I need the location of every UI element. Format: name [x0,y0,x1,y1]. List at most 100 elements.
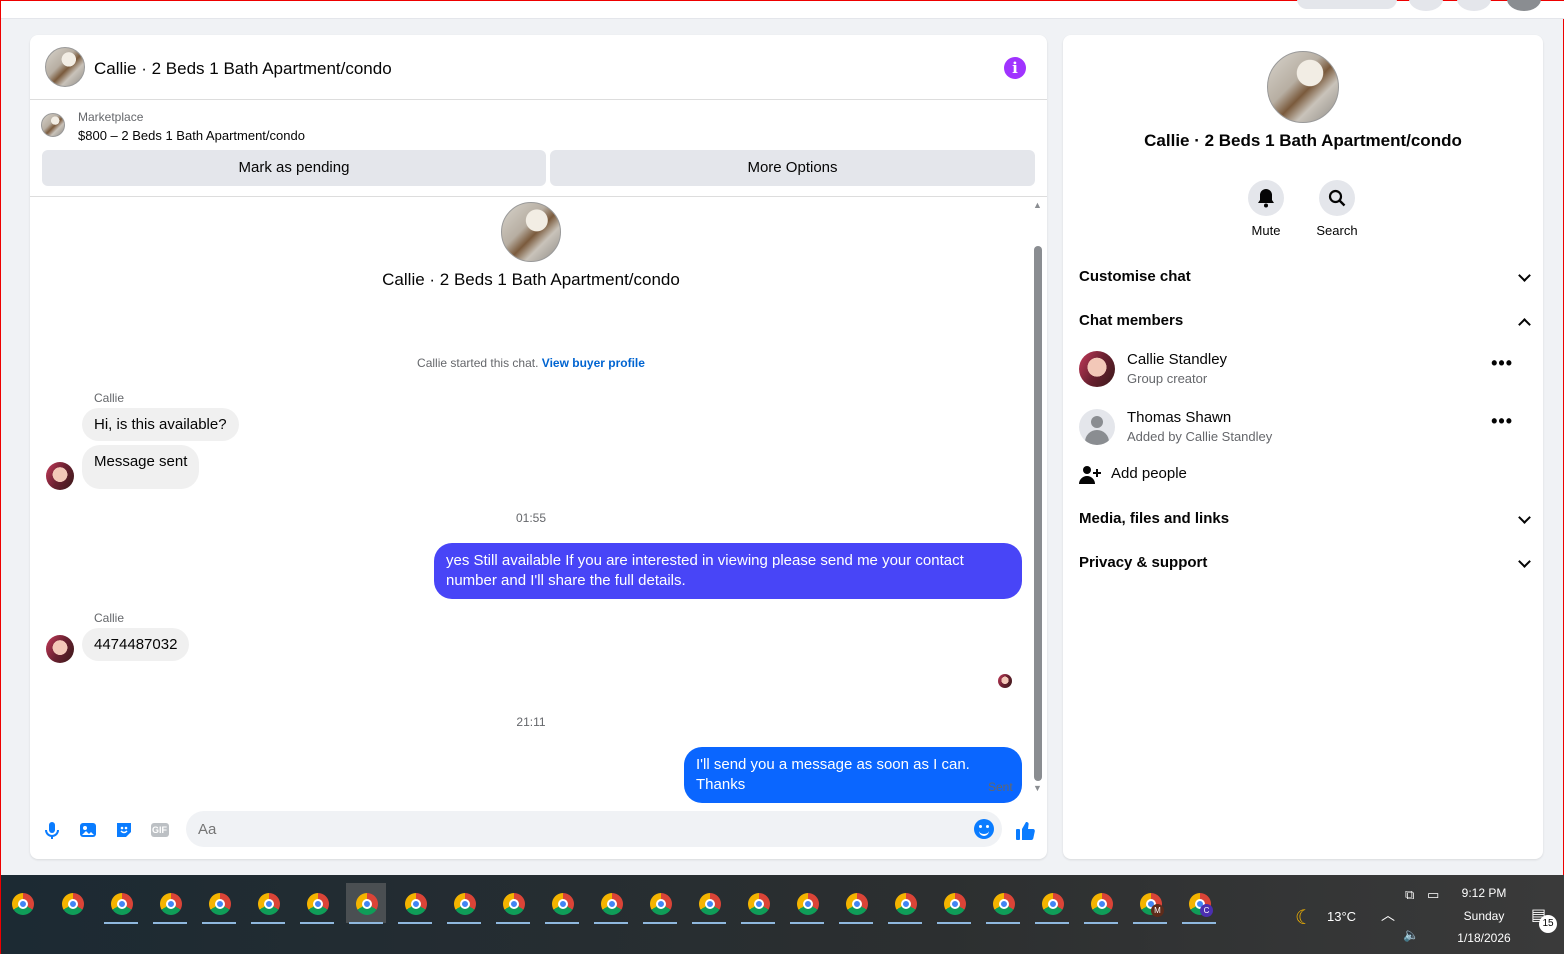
side-title: Callie · 2 Beds 1 Bath Apartment/condo [1144,131,1462,150]
clock-date[interactable]: 1/18/2026 [1441,931,1527,945]
top-icon-button[interactable] [1409,0,1443,11]
member-row[interactable]: Callie Standley Group creator ••• [1079,351,1529,391]
browser-top-bar [1,0,1564,19]
chrome-icon [356,893,378,915]
taskbar-chrome-icon[interactable] [738,883,778,924]
media-files-links-section[interactable]: Media, files and links [1079,510,1531,527]
listing-avatar[interactable] [45,47,85,87]
message-thread: Callie · 2 Beds 1 Bath Apartment/condo C… [30,198,1047,806]
taskbar-chrome-icon[interactable] [2,883,42,923]
running-indicator [251,922,285,924]
chat-title[interactable]: Callie · 2 Beds 1 Bath Apartment/condo [94,59,392,79]
search-button[interactable]: Search [1307,180,1367,238]
taskbar-chrome-icon[interactable] [248,883,288,924]
taskbar-chrome-icon[interactable] [983,883,1023,924]
taskbar-chrome-icon[interactable] [395,883,435,924]
taskbar-chrome-icon[interactable]: M [1130,883,1170,924]
network-icon[interactable]: ▭ [1427,887,1439,903]
taskbar-chrome-icon[interactable] [52,883,92,923]
message-input[interactable] [186,811,1002,847]
running-indicator [349,922,383,924]
message-bubble-incoming[interactable]: Hi, is this available? [82,408,239,441]
taskbar-chrome-icon[interactable] [444,883,484,924]
taskbar-chrome-icon[interactable] [297,883,337,924]
chrome-icon [62,893,84,915]
sender-avatar[interactable] [46,462,74,490]
read-receipt-avatar [998,674,1012,688]
volume-icon[interactable]: 🔈 [1403,927,1419,943]
taskbar-chrome-icon[interactable] [689,883,729,924]
info-icon[interactable]: i [1004,57,1026,79]
member-name[interactable]: Thomas Shawn [1127,409,1231,426]
profile-badge: C [1200,904,1213,917]
thread-scrollbar[interactable]: ▲ ▼ [1031,198,1045,806]
member-avatar-placeholder[interactable] [1079,409,1115,445]
thread-avatar [501,202,561,262]
taskbar-chrome-icon[interactable] [1032,883,1072,924]
taskbar-chrome-icon[interactable] [885,883,925,924]
taskbar-chrome-icon[interactable] [787,883,827,924]
taskbar-chrome-icon[interactable] [1081,883,1121,924]
photo-icon[interactable] [78,820,98,840]
running-indicator [398,922,432,924]
like-thumbs-up-icon[interactable] [1014,820,1035,840]
more-options-icon[interactable]: ••• [1491,353,1513,374]
microphone-icon[interactable] [42,820,62,840]
top-icon-button[interactable] [1457,0,1491,11]
taskbar-chrome-icon[interactable]: C [1179,883,1219,924]
running-indicator [447,922,481,924]
scrollbar-thumb[interactable] [1034,246,1042,781]
chrome-icon [1091,893,1113,915]
customise-chat-section[interactable]: Customise chat [1079,268,1531,285]
chrome-icon [503,893,525,915]
taskbar-chrome-icon[interactable] [591,883,631,924]
chat-members-section[interactable]: Chat members [1079,312,1531,331]
sticker-icon[interactable] [114,820,134,840]
message-bubble-incoming[interactable]: 4474487032 [82,628,190,661]
clock-time[interactable]: 9:12 PM [1441,886,1527,900]
more-options-icon[interactable]: ••• [1491,411,1513,432]
taskbar-chrome-icon[interactable] [934,883,974,924]
member-row[interactable]: Thomas Shawn Added by Callie Standley ••… [1079,409,1529,449]
member-name[interactable]: Callie Standley [1127,351,1227,368]
chat-header: Callie · 2 Beds 1 Bath Apartment/condo i [30,35,1047,100]
taskbar-chrome-icon[interactable] [346,883,386,924]
view-buyer-profile-link[interactable]: View buyer profile [542,356,645,370]
sender-avatar[interactable] [46,635,74,663]
chrome-icon [258,893,280,915]
message-bubble-outgoing[interactable]: yes Still available If you are intereste… [434,543,1022,599]
mute-button[interactable]: Mute [1236,180,1296,238]
marketplace-label: Marketplace [78,110,144,124]
taskbar-chrome-icon[interactable] [836,883,876,924]
message-composer: GIF [30,806,1047,859]
scroll-down-arrow[interactable]: ▼ [1033,783,1042,793]
profile-avatar[interactable] [1507,0,1541,11]
scroll-up-arrow[interactable]: ▲ [1033,200,1042,210]
message-bubble-incoming[interactable]: Message sent [82,445,200,489]
taskbar-chrome-icon[interactable] [542,883,582,924]
gif-icon[interactable]: GIF [150,820,170,840]
taskbar-chrome-icon[interactable] [640,883,680,924]
weather-moon-icon[interactable]: ☾ [1295,905,1313,930]
mark-as-pending-button[interactable]: Mark as pending [42,150,546,186]
taskbar-chrome-icon[interactable] [199,883,239,924]
taskbar-chrome-icon[interactable] [493,883,533,924]
show-hidden-icons-chevron-icon[interactable]: ︿ [1381,905,1395,925]
meet-now-icon[interactable]: ⧉ [1405,887,1414,903]
running-indicator [692,922,726,924]
running-indicator [839,922,873,924]
listing-price-title[interactable]: $800 – 2 Beds 1 Bath Apartment/condo [78,128,305,143]
more-options-button[interactable]: More Options [550,150,1035,186]
member-avatar[interactable] [1079,351,1115,387]
taskbar-chrome-icon[interactable] [150,883,190,924]
message-bubble-outgoing[interactable]: I'll send you a message as soon as I can… [684,747,1022,803]
weather-temperature[interactable]: 13°C [1327,909,1356,924]
clock-day[interactable]: Sunday [1441,909,1527,923]
top-button[interactable] [1297,0,1397,9]
chrome-icon [993,893,1015,915]
emoji-icon[interactable] [974,819,994,839]
running-indicator [888,922,922,924]
taskbar-chrome-icon[interactable] [101,883,141,924]
listing-thumbnail[interactable] [41,113,65,137]
privacy-support-section[interactable]: Privacy & support [1079,554,1531,571]
